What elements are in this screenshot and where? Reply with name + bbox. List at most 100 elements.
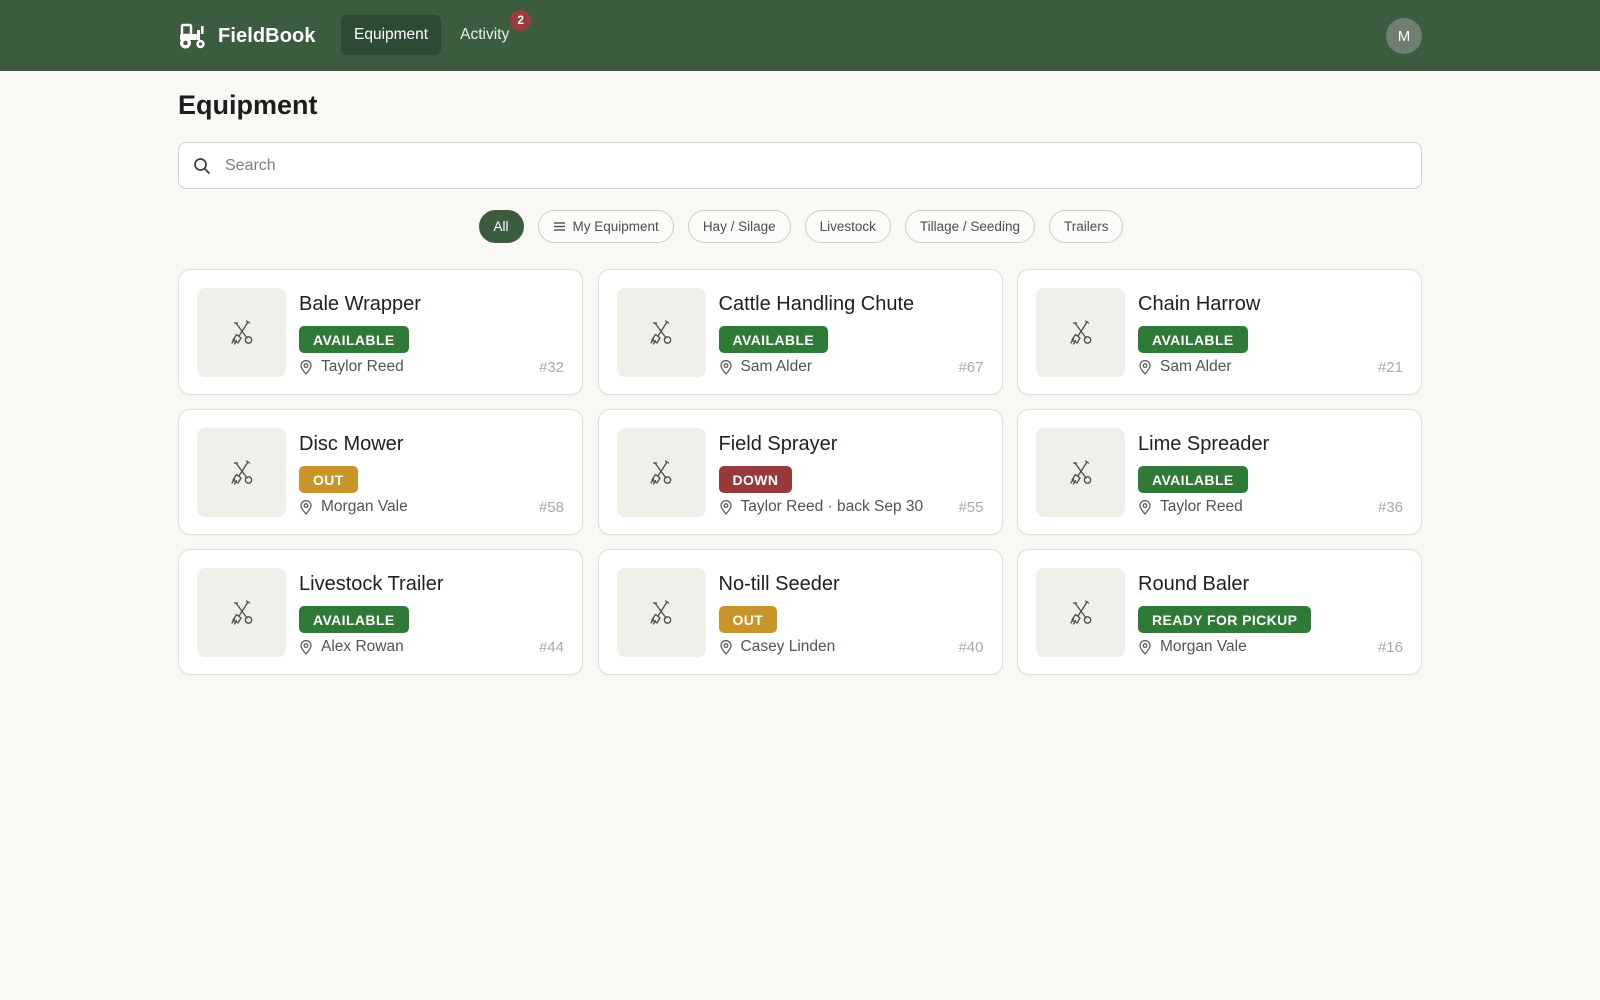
filter-chip-livestock[interactable]: Livestock xyxy=(804,210,891,243)
equipment-name: Chain Harrow xyxy=(1138,293,1261,315)
equipment-card[interactable]: Cattle Handling Chute AVAILABLE Sam Alde… xyxy=(597,269,1003,395)
status-badge: OUT xyxy=(299,466,358,493)
map-pin-icon xyxy=(1139,639,1151,655)
filter-chip-hay-silage[interactable]: Hay / Silage xyxy=(687,210,791,243)
equipment-number: #32 xyxy=(538,359,564,376)
fork-and-shovel-icon xyxy=(650,319,672,345)
equipment-name: Disc Mower xyxy=(299,433,404,455)
map-pin-icon xyxy=(300,499,312,515)
equipment-card[interactable]: Bale Wrapper AVAILABLE Taylor Reed #32 xyxy=(178,269,583,395)
filter-chip-tillage-seeding[interactable]: Tillage / Seeding xyxy=(904,210,1035,243)
equipment-grid: Bale Wrapper AVAILABLE Taylor Reed #32 C… xyxy=(178,269,1422,675)
map-pin-icon xyxy=(1139,499,1151,515)
filter-chip-all[interactable]: All xyxy=(478,210,524,243)
equipment-thumbnail xyxy=(197,428,286,517)
fork-and-shovel-icon xyxy=(230,599,252,625)
filter-chip-trailers[interactable]: Trailers xyxy=(1048,210,1124,243)
equipment-card[interactable]: Livestock Trailer AVAILABLE Alex Rowan #… xyxy=(178,549,583,675)
map-pin-icon xyxy=(719,499,732,515)
owner-text: Taylor Reed xyxy=(321,358,404,375)
fork-and-shovel-icon xyxy=(1069,599,1091,625)
search-icon xyxy=(194,157,210,174)
filter-chips: All My Equipment Hay / Silage Livestock … xyxy=(0,210,1600,243)
equipment-name: No-till Seeder xyxy=(718,573,840,595)
equipment-owner: Morgan Vale xyxy=(1138,638,1247,656)
equipment-card[interactable]: Round Baler READY FOR PICKUP Morgan Vale… xyxy=(1017,549,1422,675)
equipment-card[interactable]: No-till Seeder OUT Casey Linden #40 xyxy=(597,549,1003,675)
equipment-card[interactable]: Lime Spreader AVAILABLE Taylor Reed #36 xyxy=(1017,409,1422,535)
filter-chip-label: Livestock xyxy=(819,219,876,234)
equipment-number: #21 xyxy=(1377,359,1403,376)
list-icon xyxy=(553,222,565,231)
equipment-owner: Taylor Reed xyxy=(1138,498,1243,516)
owner-text: Alex Rowan xyxy=(321,638,404,655)
status-badge: AVAILABLE xyxy=(299,326,409,353)
equipment-owner: Taylor Reed · back Sep 30 xyxy=(719,498,924,516)
equipment-name: Round Baler xyxy=(1138,573,1250,595)
page-title: Equipment xyxy=(178,90,318,120)
filter-chip-my-equipment[interactable]: My Equipment xyxy=(537,210,674,243)
fork-and-shovel-icon xyxy=(1069,319,1091,345)
equipment-name: Bale Wrapper xyxy=(299,293,421,315)
status-badge: AVAILABLE xyxy=(718,326,829,353)
equipment-thumbnail xyxy=(1036,568,1125,657)
search-input[interactable] xyxy=(225,143,1421,188)
status-badge: DOWN xyxy=(718,466,793,493)
owner-text: Morgan Vale xyxy=(1160,638,1247,655)
equipment-number: #36 xyxy=(1377,499,1403,516)
equipment-thumbnail xyxy=(616,288,706,377)
status-badge: READY FOR PICKUP xyxy=(1138,606,1312,633)
owner-text: Taylor Reed · back Sep 30 xyxy=(740,498,924,515)
filter-chip-label: All xyxy=(493,219,509,234)
map-pin-icon xyxy=(1139,359,1151,375)
equipment-number: #16 xyxy=(1377,639,1403,656)
tractor-icon xyxy=(180,23,205,49)
owner-text: Casey Linden xyxy=(740,638,836,655)
fork-and-shovel-icon xyxy=(1069,459,1091,485)
main-nav: Equipment Activity 2 xyxy=(341,10,532,55)
equipment-owner: Sam Alder xyxy=(719,358,813,376)
equipment-card[interactable]: Disc Mower OUT Morgan Vale #58 xyxy=(178,409,583,535)
equipment-number: #44 xyxy=(538,639,564,656)
fork-and-shovel-icon xyxy=(230,459,252,485)
equipment-thumbnail xyxy=(197,568,286,657)
nav-tab-label: Activity xyxy=(460,26,510,43)
equipment-thumbnail xyxy=(1036,428,1125,517)
owner-text: Morgan Vale xyxy=(321,498,408,515)
filter-chip-label: Trailers xyxy=(1063,219,1109,234)
equipment-owner: Sam Alder xyxy=(1138,358,1232,376)
status-badge: OUT xyxy=(718,606,778,633)
user-avatar[interactable]: M xyxy=(1386,18,1422,54)
equipment-owner: Casey Linden xyxy=(719,638,836,656)
brand[interactable]: FieldBook xyxy=(177,20,316,52)
top-bar: FieldBook Equipment Activity 2 M xyxy=(0,0,1600,71)
filter-chip-label: Tillage / Seeding xyxy=(919,219,1020,234)
equipment-number: #58 xyxy=(538,499,564,516)
owner-text: Taylor Reed xyxy=(1160,498,1243,515)
equipment-number: #40 xyxy=(958,639,984,656)
equipment-name: Livestock Trailer xyxy=(299,573,444,595)
search-bar xyxy=(178,142,1422,189)
map-pin-icon xyxy=(719,359,732,375)
owner-text: Sam Alder xyxy=(1160,358,1232,375)
nav-tab-label: Equipment xyxy=(354,26,429,43)
equipment-thumbnail xyxy=(616,568,706,657)
equipment-thumbnail xyxy=(197,288,286,377)
equipment-number: #55 xyxy=(958,499,984,516)
equipment-name: Cattle Handling Chute xyxy=(718,293,915,315)
map-pin-icon xyxy=(300,639,312,655)
nav-tab-activity[interactable]: Activity 2 xyxy=(447,10,532,55)
equipment-card[interactable]: Field Sprayer DOWN Taylor Reed · back Se… xyxy=(597,409,1003,535)
equipment-card[interactable]: Chain Harrow AVAILABLE Sam Alder #21 xyxy=(1017,269,1422,395)
status-badge: AVAILABLE xyxy=(1138,326,1248,353)
equipment-owner: Morgan Vale xyxy=(299,498,408,516)
map-pin-icon xyxy=(719,639,732,655)
filter-chip-label: Hay / Silage xyxy=(702,219,776,234)
nav-tab-equipment[interactable]: Equipment xyxy=(341,15,442,55)
equipment-number: #67 xyxy=(958,359,984,376)
filter-chip-label: My Equipment xyxy=(572,219,659,234)
owner-text: Sam Alder xyxy=(740,358,813,375)
equipment-thumbnail xyxy=(1036,288,1125,377)
fork-and-shovel-icon xyxy=(230,319,252,345)
fork-and-shovel-icon xyxy=(650,459,672,485)
